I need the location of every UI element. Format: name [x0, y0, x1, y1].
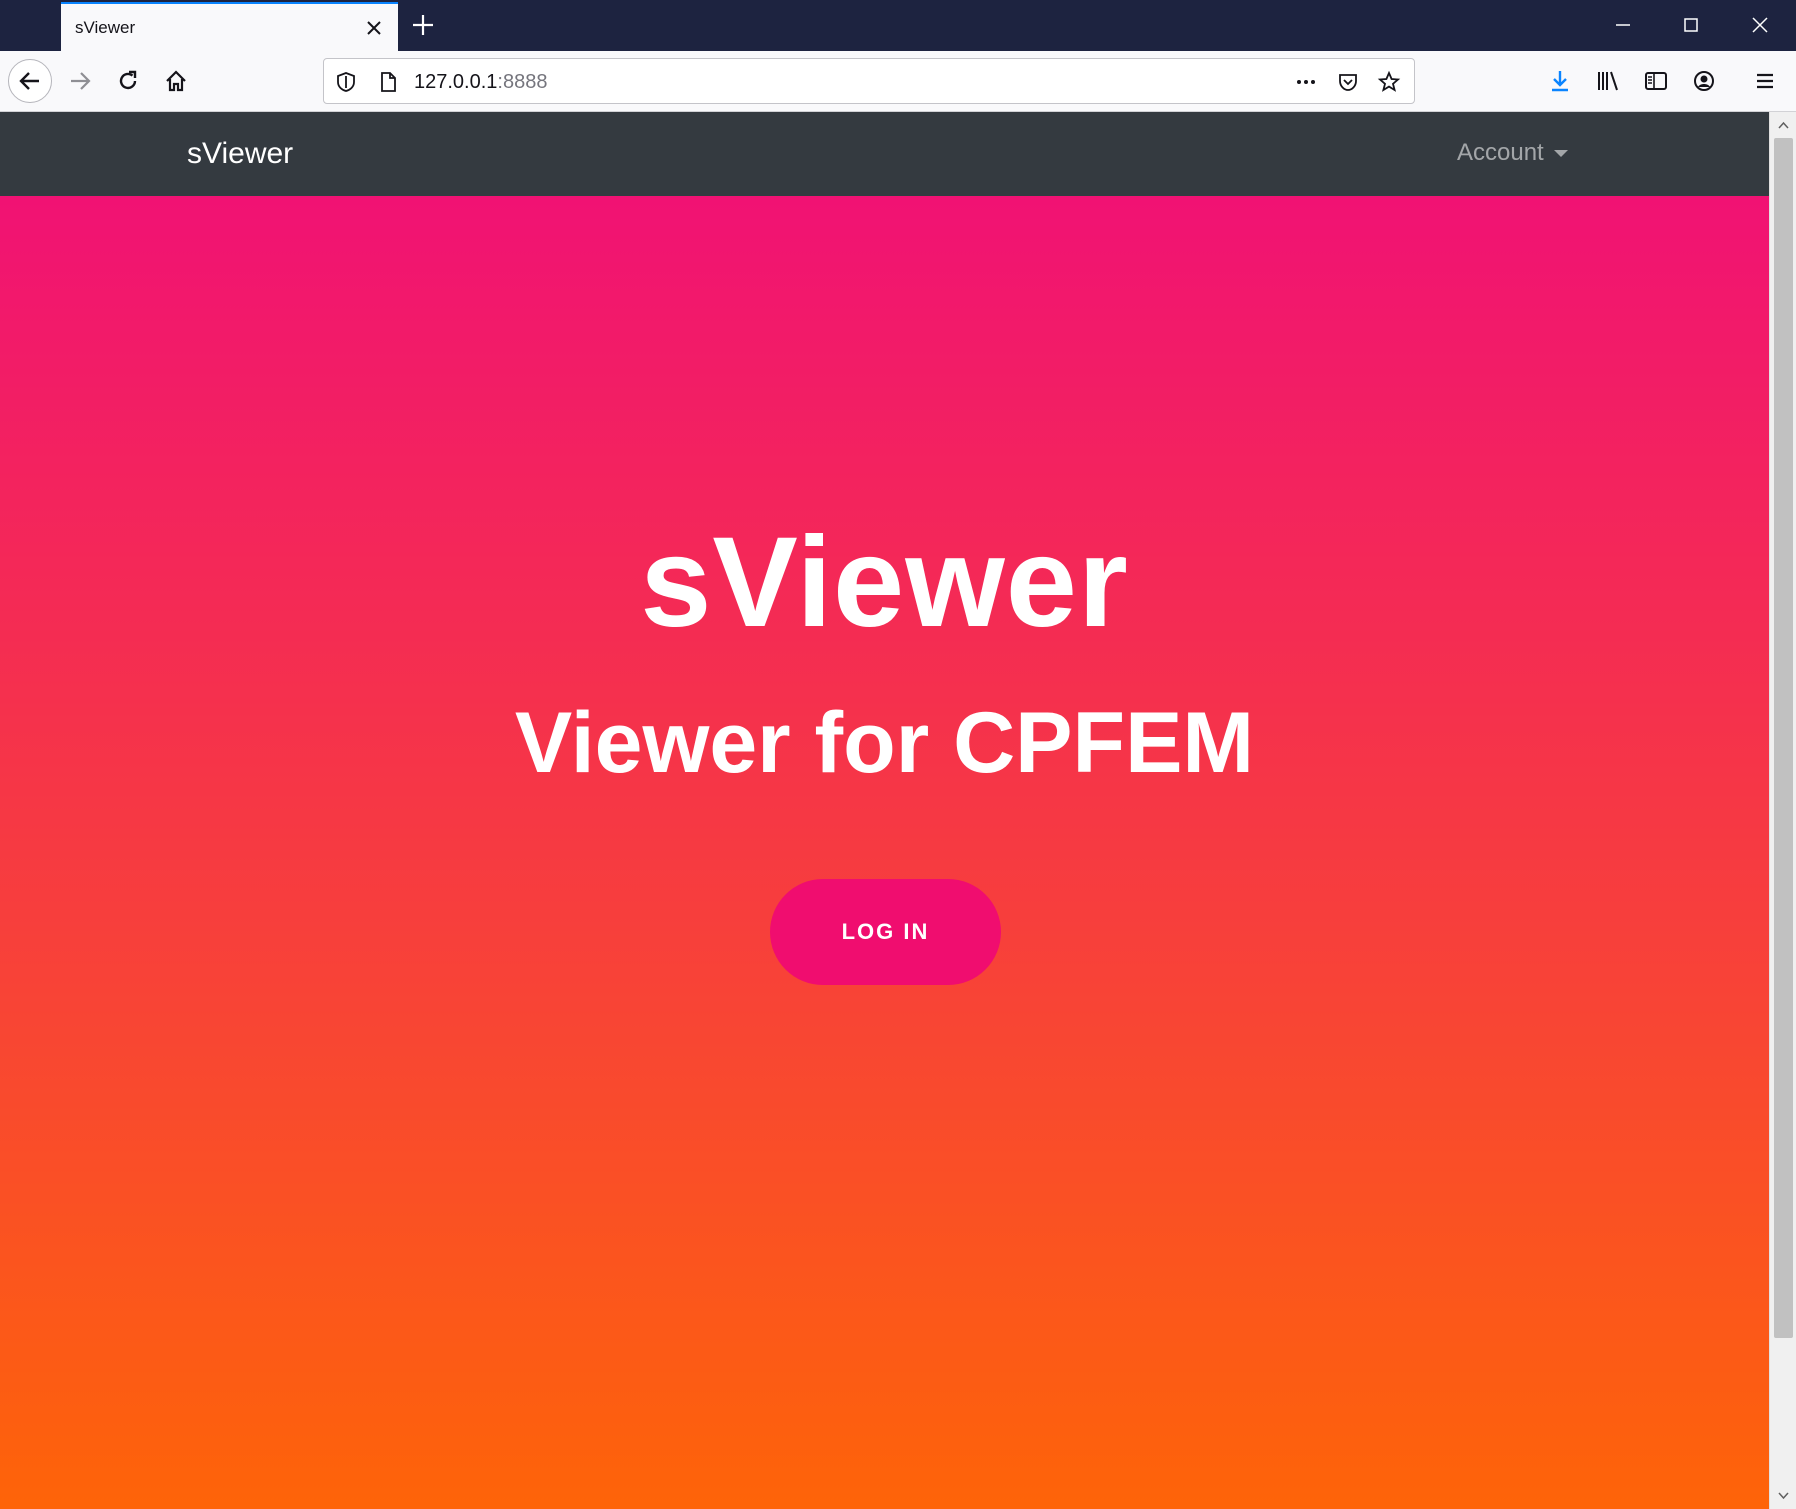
tab-title: sViewer	[75, 18, 136, 37]
arrow-right-icon	[71, 72, 91, 90]
sidebar-button[interactable]	[1634, 59, 1678, 103]
star-icon[interactable]	[1377, 70, 1401, 94]
pocket-icon[interactable]	[1336, 70, 1360, 94]
url-port: :8888	[497, 71, 548, 93]
browser-toolbar: 127.0.0.1:8888	[0, 51, 1796, 112]
url-bar[interactable]: 127.0.0.1:8888	[323, 58, 1415, 104]
account-label: Account	[1457, 139, 1544, 166]
forward-button[interactable]	[58, 59, 102, 103]
maximize-icon[interactable]	[1678, 12, 1704, 38]
home-icon	[166, 70, 186, 92]
page-scrollbar[interactable]	[1769, 112, 1796, 1509]
hero-subtitle: Viewer for CPFEM	[514, 695, 1255, 791]
url-text[interactable]: 127.0.0.1:8888	[414, 71, 547, 94]
account-icon	[1694, 71, 1714, 91]
url-host: 127.0.0.1	[414, 71, 498, 93]
shield-icon[interactable]	[334, 70, 358, 94]
home-button[interactable]	[154, 59, 198, 103]
site-navbar: sViewer Account	[0, 112, 1769, 196]
close-icon[interactable]	[364, 18, 384, 38]
reload-button[interactable]	[106, 59, 150, 103]
page-icon	[381, 72, 396, 92]
menu-button[interactable]	[1743, 59, 1787, 103]
hero-title: sViewer	[640, 511, 1129, 654]
browser-titlebar: sViewer	[0, 0, 1796, 51]
caret-down-icon	[1553, 149, 1568, 157]
hamburger-icon	[1757, 73, 1773, 89]
site-brand[interactable]: sViewer	[187, 137, 293, 171]
reload-icon	[119, 70, 137, 90]
library-button[interactable]	[1586, 59, 1630, 103]
library-icon	[1598, 71, 1618, 91]
back-button[interactable]	[8, 59, 52, 103]
window-close-icon[interactable]	[1747, 12, 1773, 38]
downloads-button[interactable]	[1538, 59, 1582, 103]
scroll-up-icon[interactable]	[1776, 118, 1791, 133]
minimize-icon[interactable]	[1610, 12, 1636, 38]
more-icon[interactable]	[1294, 70, 1318, 94]
page-viewport: sViewer Account sViewer Viewer for CPFEM…	[0, 112, 1769, 1509]
plus-icon[interactable]	[410, 12, 436, 38]
download-icon	[1552, 71, 1568, 92]
sidebar-icon	[1645, 72, 1667, 90]
browser-tab[interactable]: sViewer	[61, 2, 398, 51]
account-button[interactable]	[1682, 59, 1726, 103]
account-dropdown[interactable]: Account	[1457, 139, 1568, 167]
scroll-down-icon[interactable]	[1776, 1488, 1791, 1503]
scrollbar-thumb[interactable]	[1774, 138, 1793, 1338]
login-button[interactable]: LOG IN	[770, 879, 1001, 985]
arrow-left-icon	[19, 72, 39, 90]
